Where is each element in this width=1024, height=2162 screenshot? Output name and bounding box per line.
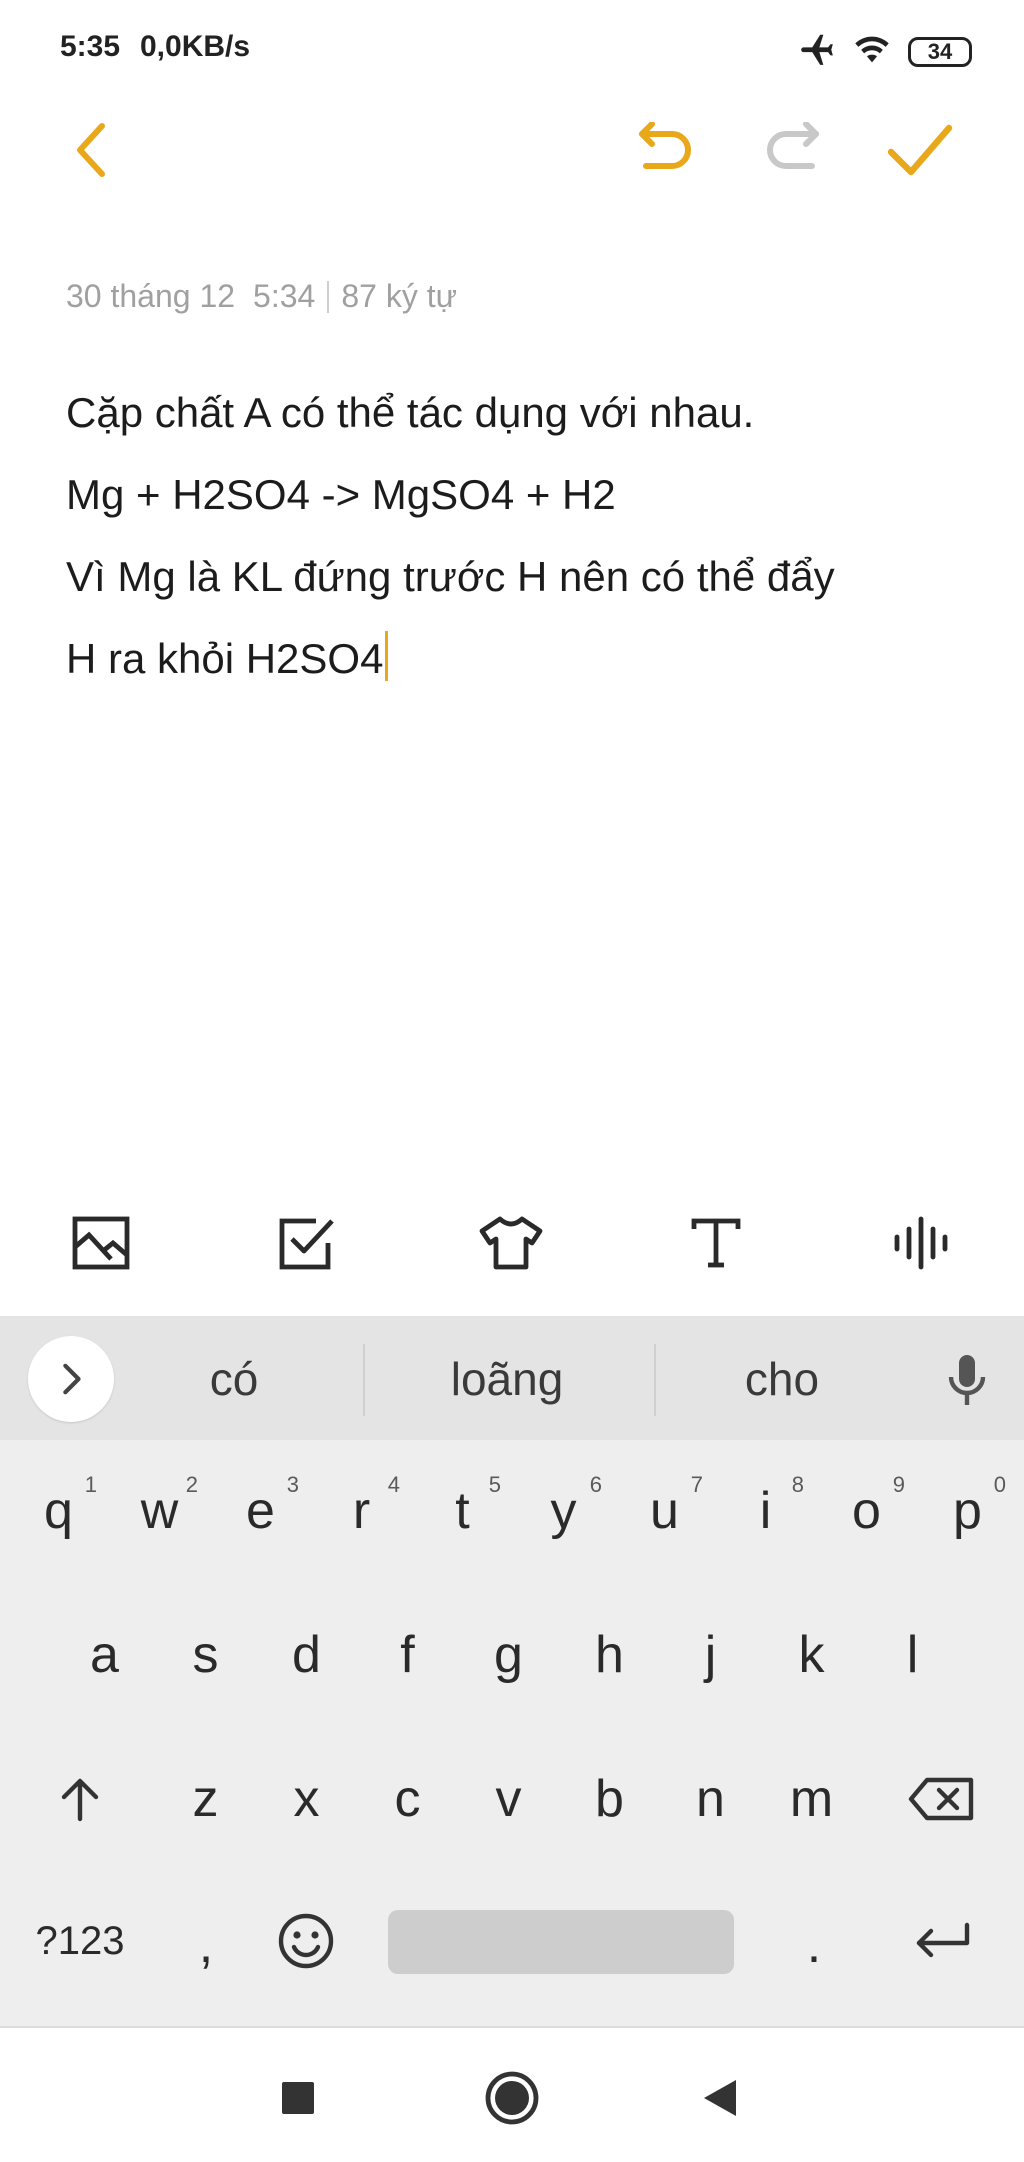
theme-button[interactable] [451,1198,571,1288]
suggestion-bar: có loãng cho [0,1316,1024,1440]
status-icons: 34 [798,30,972,73]
redo-icon [767,122,819,169]
space-key[interactable] [388,1910,734,1974]
key-v[interactable]: v [458,1744,559,1854]
key-q[interactable]: q1 [8,1456,109,1566]
key-e[interactable]: e3 [210,1456,311,1566]
airplane-icon [798,30,836,73]
key-i[interactable]: i8 [715,1456,816,1566]
key-o[interactable]: o9 [816,1456,917,1566]
chevron-left-icon [77,123,105,177]
key-z[interactable]: z [155,1744,256,1854]
key-x[interactable]: x [256,1744,357,1854]
key-f[interactable]: f [357,1600,458,1710]
voice-input-button[interactable] [930,1346,1004,1416]
confirm-button[interactable] [880,110,960,190]
shift-arrow-icon [61,1778,99,1822]
key-m[interactable]: m [761,1744,862,1854]
note-line: Vì Mg là KL đứng trước H nên có thể đẩy [66,553,835,600]
home-circle-icon [485,2071,539,2125]
wifi-icon [852,32,892,71]
note-line-text: H ra khỏi H2SO4 [66,635,384,682]
status-time: 5:35 [60,30,121,63]
key-g[interactable]: g [458,1600,559,1710]
key-p[interactable]: p0 [917,1456,1018,1566]
emoji-key[interactable] [256,1886,356,1996]
key-l[interactable]: l [862,1600,963,1710]
suggestion-divider [363,1344,365,1416]
note-line: Cặp chất A có thể tác dụng với nhau. [66,389,755,436]
key-k[interactable]: k [761,1600,862,1710]
comma-key[interactable]: , [156,1890,256,2000]
shirt-icon [479,1216,543,1270]
backspace-icon [908,1777,974,1821]
text-format-icon [691,1218,741,1268]
key-y[interactable]: y6 [513,1456,614,1566]
status-bar: 5:35 0,0KB/s 34 [0,0,1024,100]
key-h[interactable]: h [559,1600,660,1710]
period-key[interactable]: . [764,1890,864,2000]
key-s[interactable]: s [155,1600,256,1710]
insert-image-button[interactable] [41,1198,161,1288]
note-editor[interactable]: Cặp chất A có thể tác dụng với nhau. Mg … [66,372,986,700]
meta-divider [327,280,330,313]
key-t[interactable]: t5 [412,1456,513,1566]
key-r[interactable]: r4 [311,1456,412,1566]
char-count: 87 ký tự [341,278,458,314]
suggestion-3[interactable]: cho [700,1344,864,1414]
suggestion-1[interactable]: có [150,1344,318,1414]
key-a[interactable]: a [54,1600,155,1710]
key-b[interactable]: b [559,1744,660,1854]
key-w[interactable]: w2 [109,1456,210,1566]
square-icon [282,2082,314,2114]
checkbox-icon [279,1218,334,1270]
text-cursor [385,631,389,681]
format-toolbar [0,1198,1024,1318]
text-format-button[interactable] [656,1198,776,1288]
note-line: Mg + H2SO4 -> MgSO4 + H2 [66,471,616,518]
redo-button[interactable] [752,110,832,190]
chevron-right-icon [63,1363,81,1395]
keyboard-expand-button[interactable] [28,1336,114,1422]
system-nav-bar [0,2026,1024,2162]
suggestion-divider [654,1344,656,1416]
checklist-button[interactable] [246,1198,366,1288]
recents-button[interactable] [258,2058,338,2138]
undo-icon [639,122,691,169]
shift-key[interactable] [20,1744,140,1854]
note-meta: 30 tháng 12 5:34 87 ký tự [66,278,457,315]
voice-record-button[interactable] [861,1198,981,1288]
back-button[interactable] [52,110,132,190]
key-j[interactable]: j [660,1600,761,1710]
enter-key[interactable] [882,1886,1002,1996]
home-button[interactable] [472,2058,552,2138]
note-line-last: H ra khỏi H2SO4 [66,618,986,700]
network-speed: 0,0KB/s [140,30,251,63]
audio-wave-icon [894,1216,948,1270]
triangle-back-icon [704,2080,736,2116]
note-time: 5:34 [253,278,316,314]
check-icon [887,124,953,176]
suggestion-2[interactable]: loãng [400,1344,614,1414]
enter-icon [916,1922,970,1958]
soft-keyboard: có loãng cho q1 w2 e3 r4 t5 y6 u7 i8 o9 … [0,1316,1024,2026]
symbols-key[interactable]: ?123 [20,1886,140,1996]
note-date: 30 tháng 12 [66,278,236,314]
microphone-icon [948,1355,986,1405]
emoji-icon [278,1913,334,1969]
backspace-key[interactable] [882,1744,1002,1854]
key-c[interactable]: c [357,1744,458,1854]
back-nav-button[interactable] [680,2058,760,2138]
battery-icon: 34 [908,36,972,67]
image-icon [72,1216,130,1270]
key-n[interactable]: n [660,1744,761,1854]
note-toolbar [0,110,1024,190]
key-d[interactable]: d [256,1600,357,1710]
key-u[interactable]: u7 [614,1456,715,1566]
undo-button[interactable] [626,110,706,190]
